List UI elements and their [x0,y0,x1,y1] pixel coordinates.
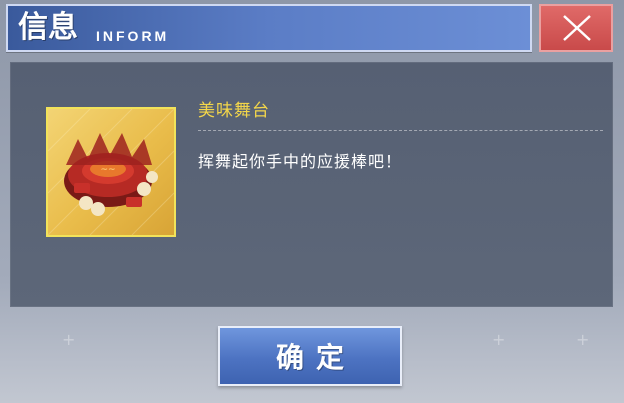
dialog-title: 信息 [18,10,78,45]
decor-plus: + [576,330,590,349]
info-dialog: + + + + + + + 信息 INFORM ~~ [0,0,624,403]
decor-plus: + [62,330,76,349]
food-stage-icon: ~~ [48,109,174,235]
close-icon [563,15,591,41]
dialog-subtitle: INFORM [96,28,170,44]
divider [198,130,603,131]
item-name: 美味舞台 [198,101,270,121]
close-button[interactable] [539,4,613,52]
item-description: 挥舞起你手中的应援棒吧！ [198,152,403,171]
confirm-button-label: 确定 [275,341,356,374]
item-info-panel: ~~ 美味舞台 挥舞起你手中的应援棒吧！ [10,62,613,307]
decor-plus: + [492,330,506,349]
item-icon-frame: ~~ [46,107,176,237]
svg-text:~~: ~~ [100,165,115,175]
title-bar: 信息 INFORM [6,4,532,52]
confirm-button[interactable]: 确定 [218,326,402,386]
